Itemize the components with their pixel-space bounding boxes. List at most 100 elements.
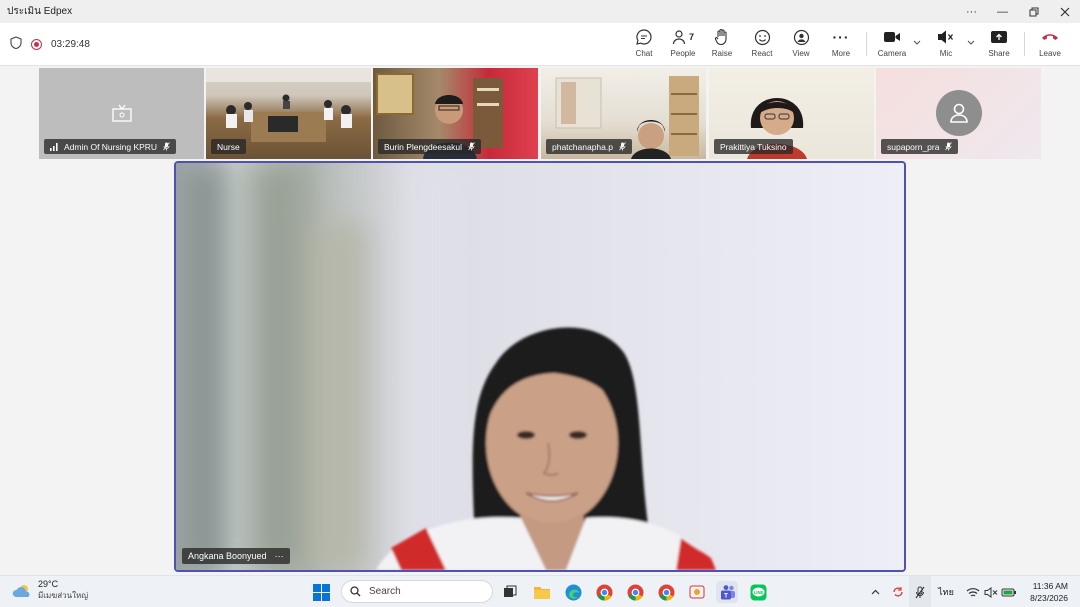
participant-name: Nurse [217, 141, 240, 152]
edge-icon [565, 584, 581, 600]
taskbar-clock[interactable]: 11:36 AM 8/23/2026 [1030, 580, 1068, 604]
tv-placeholder-icon [112, 104, 132, 122]
close-icon[interactable] [1049, 0, 1080, 23]
wifi-icon[interactable] [964, 576, 982, 607]
share-label: Share [988, 49, 1010, 58]
line-icon: LINE [750, 584, 766, 600]
task-view-button[interactable] [499, 581, 521, 603]
hang-up-icon [1041, 27, 1059, 47]
mic-muted-icon [468, 142, 475, 151]
window-title: ประเมิน Edpex [7, 6, 73, 17]
participant-name-tag: phatchanapha.p [546, 139, 632, 154]
start-button[interactable] [310, 581, 332, 603]
participant-name-tag: Nurse [211, 139, 246, 154]
window-more-icon[interactable]: ··· [956, 0, 987, 23]
folder-icon [534, 586, 550, 599]
signal-bars-icon [50, 142, 58, 151]
speaker-options-icon[interactable]: ··· [275, 551, 284, 561]
task-view-icon [504, 585, 517, 597]
main-video[interactable]: Angkana Boonyued ··· [174, 161, 906, 572]
volume-muted-icon[interactable] [982, 576, 1000, 607]
meeting-timer: 03:29:48 [51, 39, 90, 50]
mic-muted-icon [619, 142, 626, 151]
mic-label: Mic [939, 49, 953, 58]
participant-tile[interactable]: Prakittiya Tuksino [709, 68, 874, 159]
microphone-muted-tray-icon[interactable] [909, 576, 931, 607]
leave-button[interactable]: Leave [1030, 27, 1070, 63]
camera-label: Camera [877, 49, 907, 58]
recording-icon [31, 39, 42, 50]
raise-label: Raise [711, 49, 733, 58]
meeting-toolbar: 03:29:48 Chat 7 People Raise React View … [0, 23, 1080, 66]
view-button[interactable]: View [781, 27, 821, 63]
more-button[interactable]: ··· More [821, 27, 861, 63]
react-label: React [751, 49, 773, 58]
participant-tile[interactable]: phatchanapha.p [541, 68, 706, 159]
camera-options-chevron-icon[interactable] [913, 39, 921, 48]
camera-button[interactable]: Camera [872, 27, 912, 63]
mic-options-chevron-icon[interactable] [967, 39, 975, 48]
restore-icon[interactable] [1018, 0, 1049, 23]
share-button[interactable]: Share [979, 27, 1019, 63]
clock-date: 8/23/2026 [1030, 593, 1068, 603]
weather-temp: 29°C [38, 579, 59, 589]
media-app-icon [689, 585, 705, 599]
chrome-icon [596, 584, 612, 600]
participant-tile[interactable]: Burin Plengdeesakul [373, 68, 538, 159]
search-icon [350, 586, 361, 597]
weather-desc: มีเมฆส่วนใหญ่ [38, 591, 89, 600]
view-icon [793, 27, 810, 47]
chrome-profile-2-button[interactable] [655, 581, 677, 603]
mic-button[interactable]: Mic [926, 27, 966, 63]
mic-muted-icon [163, 142, 170, 151]
chrome-profile-button[interactable] [624, 581, 646, 603]
chat-button[interactable]: Chat [624, 27, 664, 63]
participant-tile[interactable]: supaporn_pra [876, 68, 1041, 159]
speaker-video-frame [176, 163, 904, 570]
teams-button[interactable]: T [716, 581, 738, 603]
more-label: More [831, 49, 851, 58]
chat-icon [635, 27, 653, 47]
media-app-button[interactable] [686, 581, 708, 603]
speaker-muted-icon [937, 27, 955, 47]
taskbar-search[interactable]: Search [341, 580, 493, 603]
weather-widget[interactable]: 29°C มีเมฆส่วนใหญ่ [12, 579, 88, 602]
participant-name-tag: Prakittiya Tuksino [714, 139, 793, 154]
clock-time: 11:36 AM [1032, 581, 1068, 591]
toolbar-divider-2 [1024, 32, 1025, 56]
leave-label: Leave [1039, 49, 1061, 58]
windows-logo-icon [312, 583, 330, 601]
avatar [936, 90, 982, 136]
window-controls: ··· — [956, 0, 1080, 23]
mic-muted-icon [945, 142, 953, 151]
line-button[interactable]: LINE [747, 581, 769, 603]
participant-tile[interactable]: Nurse [206, 68, 371, 159]
edge-button[interactable] [562, 581, 584, 603]
participant-name-tag: Burin Plengdeesakul [378, 139, 481, 154]
speaker-name: Angkana Boonyued [188, 551, 267, 561]
raise-hand-button[interactable]: Raise [702, 27, 742, 63]
participant-tile[interactable]: Admin Of Nursing KPRU [39, 68, 204, 159]
participant-name: phatchanapha.p [552, 141, 613, 152]
tray-overflow-chevron-icon[interactable] [868, 576, 882, 607]
battery-charging-icon[interactable] [1000, 576, 1018, 607]
react-button[interactable]: React [742, 27, 782, 63]
speaker-name-tag: Angkana Boonyued ··· [182, 548, 290, 564]
hand-icon [714, 27, 730, 47]
chrome-button[interactable] [593, 581, 615, 603]
language-indicator[interactable]: ไทย [936, 576, 956, 607]
participant-name: Burin Plengdeesakul [384, 141, 462, 152]
people-count: 7 [688, 32, 694, 42]
participant-strip: Admin Of Nursing KPRU Nurse Burin Plengd… [0, 66, 1080, 160]
people-button[interactable]: 7 People [663, 27, 703, 63]
svg-text:LINE: LINE [753, 589, 763, 594]
cloud-icon [12, 584, 30, 597]
file-explorer-button[interactable] [531, 581, 553, 603]
taskbar: 29°C มีเมฆส่วนใหญ่ Search T LINE ไทย 11:… [0, 575, 1080, 607]
title-bar: ประเมิน Edpex ··· — [0, 0, 1080, 23]
people-icon: 7 [672, 27, 694, 47]
chat-label: Chat [635, 49, 653, 58]
minimize-icon[interactable]: — [987, 0, 1018, 23]
sync-icon[interactable] [889, 576, 907, 607]
more-icon: ··· [832, 29, 850, 45]
